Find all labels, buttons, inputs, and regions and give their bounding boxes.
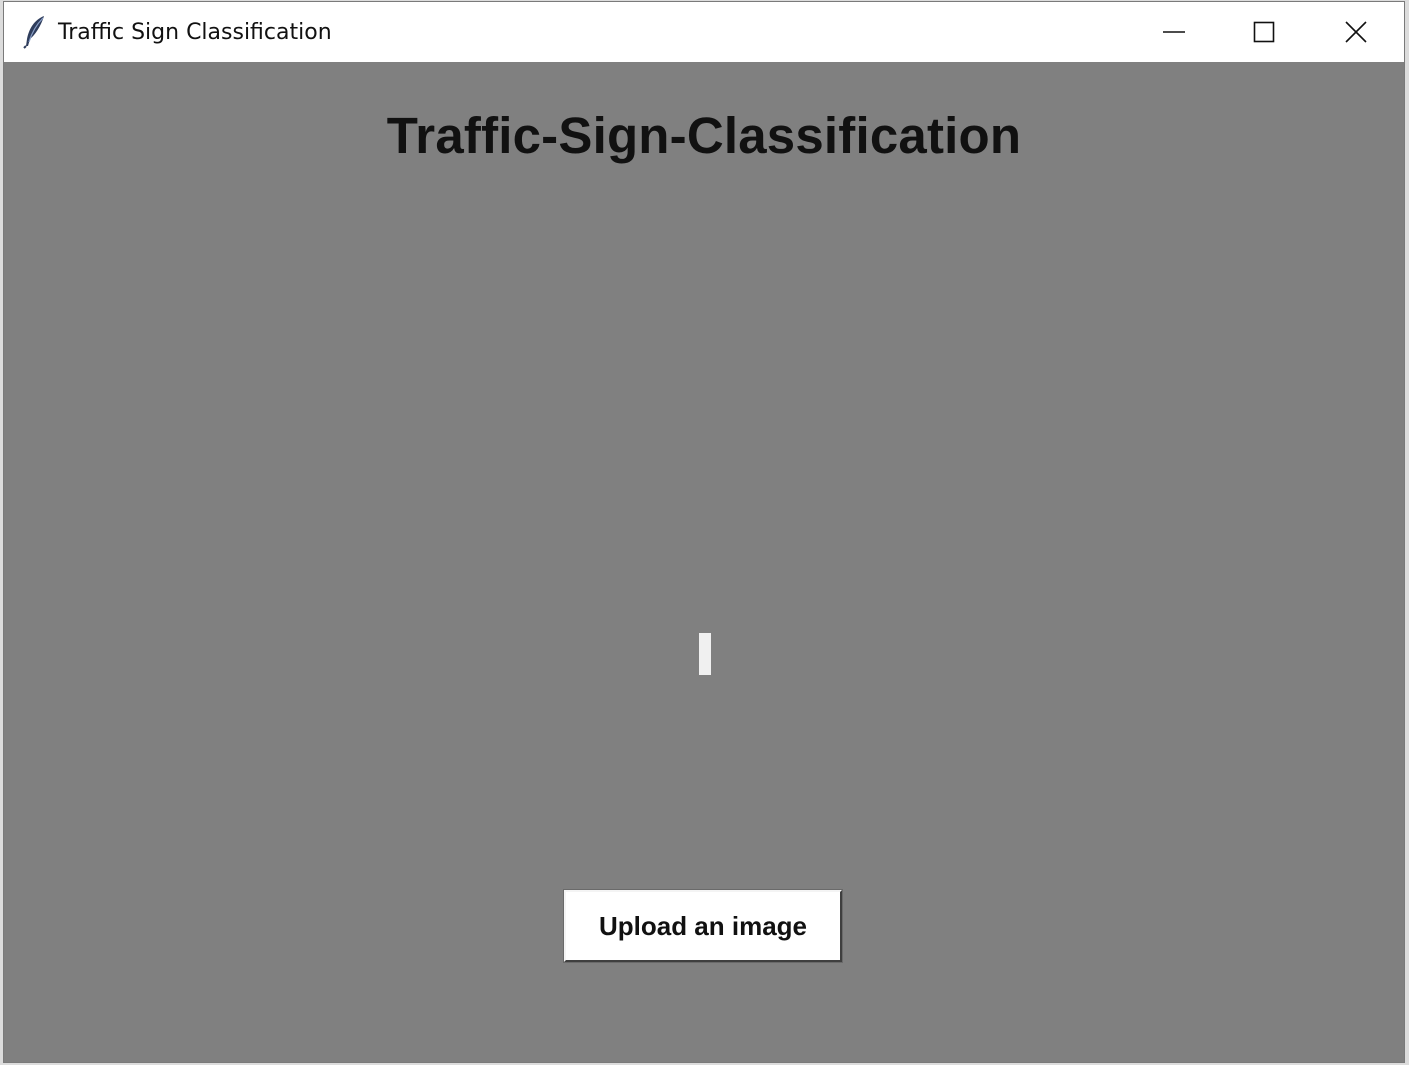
feather-icon [22,15,48,49]
minimize-icon [1162,20,1186,44]
maximize-button[interactable] [1218,2,1310,62]
close-icon [1344,20,1368,44]
image-preview [699,633,711,675]
page-title: Traffic-Sign-Classification [386,107,1022,164]
maximize-icon [1252,20,1276,44]
minimize-button[interactable] [1128,2,1220,62]
window-title: Traffic Sign Classification [58,20,332,45]
app-window: Traffic Sign Classification Traffic-Sign… [3,1,1405,1063]
close-button[interactable] [1310,2,1402,62]
upload-image-button[interactable]: Upload an image [563,889,843,963]
main-content: Traffic-Sign-Classification Upload an im… [4,62,1404,1062]
title-bar[interactable]: Traffic Sign Classification [4,2,1404,62]
